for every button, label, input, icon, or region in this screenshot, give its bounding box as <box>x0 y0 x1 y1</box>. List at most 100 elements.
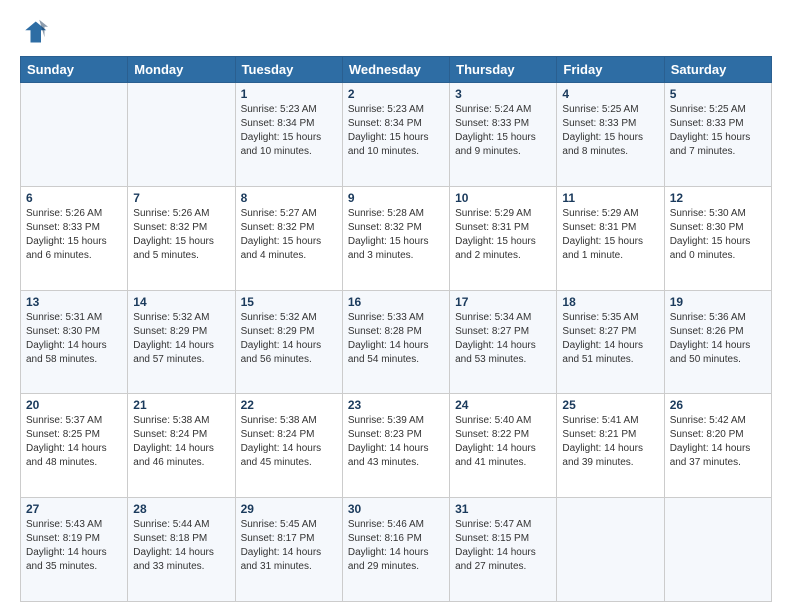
day-number: 15 <box>241 295 337 309</box>
day-info: Sunrise: 5:26 AMSunset: 8:33 PMDaylight:… <box>26 207 122 263</box>
day-number: 2 <box>348 87 444 101</box>
calendar-cell: 18 Sunrise: 5:35 AMSunset: 8:27 PMDayligh… <box>557 290 664 394</box>
calendar-cell: 14 Sunrise: 5:32 AMSunset: 8:29 PMDayligh… <box>128 290 235 394</box>
day-info: Sunrise: 5:43 AMSunset: 8:19 PMDaylight:… <box>26 518 122 574</box>
day-number: 18 <box>562 295 658 309</box>
day-info: Sunrise: 5:37 AMSunset: 8:25 PMDaylight:… <box>26 414 122 470</box>
calendar-cell <box>557 498 664 602</box>
calendar-week-4: 20 Sunrise: 5:37 AMSunset: 8:25 PMDayligh… <box>21 394 772 498</box>
calendar-header-friday: Friday <box>557 57 664 83</box>
day-number: 11 <box>562 191 658 205</box>
day-number: 9 <box>348 191 444 205</box>
calendar-cell: 28Sunrise: 5:44 AMSunset: 8:18 PMDayligh… <box>128 498 235 602</box>
calendar-cell <box>21 83 128 187</box>
day-number: 17 <box>455 295 551 309</box>
calendar-cell: 20 Sunrise: 5:37 AMSunset: 8:25 PMDayligh… <box>21 394 128 498</box>
day-info: Sunrise: 5:28 AMSunset: 8:32 PMDaylight:… <box>348 207 444 263</box>
day-info: Sunrise: 5:35 AMSunset: 8:27 PMDaylight:… <box>562 311 658 367</box>
day-number: 29 <box>241 502 337 516</box>
day-number: 27 <box>26 502 122 516</box>
day-info: Sunrise: 5:42 AMSunset: 8:20 PMDaylight:… <box>670 414 766 470</box>
day-info: Sunrise: 5:32 AMSunset: 8:29 PMDaylight:… <box>133 311 229 367</box>
calendar-cell: 29 Sunrise: 5:45 AMSunset: 8:17 PMDayligh… <box>235 498 342 602</box>
day-number: 21 <box>133 398 229 412</box>
calendar-cell: 12 Sunrise: 5:30 AMSunset: 8:30 PMDayligh… <box>664 186 771 290</box>
day-info: Sunrise: 5:26 AMSunset: 8:32 PMDaylight:… <box>133 207 229 263</box>
day-info: Sunrise: 5:34 AMSunset: 8:27 PMDaylight:… <box>455 311 551 367</box>
calendar-cell: 7 Sunrise: 5:26 AMSunset: 8:32 PMDaylight… <box>128 186 235 290</box>
day-number: 25 <box>562 398 658 412</box>
calendar-cell: 6 Sunrise: 5:26 AMSunset: 8:33 PMDaylight… <box>21 186 128 290</box>
calendar-cell: 16 Sunrise: 5:33 AMSunset: 8:28 PMDayligh… <box>342 290 449 394</box>
day-info: Sunrise: 5:31 AMSunset: 8:30 PMDaylight:… <box>26 311 122 367</box>
calendar-cell: 11 Sunrise: 5:29 AMSunset: 8:31 PMDayligh… <box>557 186 664 290</box>
calendar-cell: 23 Sunrise: 5:39 AMSunset: 8:23 PMDayligh… <box>342 394 449 498</box>
calendar-week-2: 6 Sunrise: 5:26 AMSunset: 8:33 PMDaylight… <box>21 186 772 290</box>
day-info: Sunrise: 5:23 AMSunset: 8:34 PMDaylight:… <box>241 103 337 159</box>
calendar-week-3: 13Sunrise: 5:31 AMSunset: 8:30 PMDayligh… <box>21 290 772 394</box>
calendar-cell: 4Sunrise: 5:25 AMSunset: 8:33 PMDaylight… <box>557 83 664 187</box>
day-number: 3 <box>455 87 551 101</box>
day-number: 14 <box>133 295 229 309</box>
calendar-header-sunday: Sunday <box>21 57 128 83</box>
calendar-cell: 22 Sunrise: 5:38 AMSunset: 8:24 PMDayligh… <box>235 394 342 498</box>
calendar-cell: 24Sunrise: 5:40 AMSunset: 8:22 PMDayligh… <box>450 394 557 498</box>
calendar-cell <box>128 83 235 187</box>
day-number: 1 <box>241 87 337 101</box>
calendar-header-tuesday: Tuesday <box>235 57 342 83</box>
day-number: 12 <box>670 191 766 205</box>
calendar-header-saturday: Saturday <box>664 57 771 83</box>
calendar-header-thursday: Thursday <box>450 57 557 83</box>
calendar-cell <box>664 498 771 602</box>
calendar-cell: 19Sunrise: 5:36 AMSunset: 8:26 PMDayligh… <box>664 290 771 394</box>
day-number: 20 <box>26 398 122 412</box>
calendar-cell: 21 Sunrise: 5:38 AMSunset: 8:24 PMDayligh… <box>128 394 235 498</box>
day-info: Sunrise: 5:29 AMSunset: 8:31 PMDaylight:… <box>455 207 551 263</box>
day-number: 6 <box>26 191 122 205</box>
calendar-cell: 17 Sunrise: 5:34 AMSunset: 8:27 PMDayligh… <box>450 290 557 394</box>
calendar-cell: 3 Sunrise: 5:24 AMSunset: 8:33 PMDaylight… <box>450 83 557 187</box>
day-info: Sunrise: 5:33 AMSunset: 8:28 PMDaylight:… <box>348 311 444 367</box>
day-info: Sunrise: 5:41 AMSunset: 8:21 PMDaylight:… <box>562 414 658 470</box>
calendar-header-row: SundayMondayTuesdayWednesdayThursdayFrid… <box>21 57 772 83</box>
day-number: 28 <box>133 502 229 516</box>
calendar-cell: 8Sunrise: 5:27 AMSunset: 8:32 PMDaylight… <box>235 186 342 290</box>
day-info: Sunrise: 5:47 AMSunset: 8:15 PMDaylight:… <box>455 518 551 574</box>
calendar-cell: 10 Sunrise: 5:29 AMSunset: 8:31 PMDayligh… <box>450 186 557 290</box>
calendar-header-wednesday: Wednesday <box>342 57 449 83</box>
day-number: 7 <box>133 191 229 205</box>
calendar-cell: 27 Sunrise: 5:43 AMSunset: 8:19 PMDayligh… <box>21 498 128 602</box>
day-info: Sunrise: 5:38 AMSunset: 8:24 PMDaylight:… <box>133 414 229 470</box>
calendar-table: SundayMondayTuesdayWednesdayThursdayFrid… <box>20 56 772 602</box>
day-info: Sunrise: 5:45 AMSunset: 8:17 PMDaylight:… <box>241 518 337 574</box>
calendar-cell: 9 Sunrise: 5:28 AMSunset: 8:32 PMDaylight… <box>342 186 449 290</box>
header <box>20 18 772 46</box>
day-number: 26 <box>670 398 766 412</box>
day-number: 5 <box>670 87 766 101</box>
calendar-cell: 13Sunrise: 5:31 AMSunset: 8:30 PMDayligh… <box>21 290 128 394</box>
day-info: Sunrise: 5:25 AMSunset: 8:33 PMDaylight:… <box>670 103 766 159</box>
calendar-cell: 15 Sunrise: 5:32 AMSunset: 8:29 PMDayligh… <box>235 290 342 394</box>
page: SundayMondayTuesdayWednesdayThursdayFrid… <box>0 0 792 612</box>
calendar-week-5: 27 Sunrise: 5:43 AMSunset: 8:19 PMDayligh… <box>21 498 772 602</box>
day-info: Sunrise: 5:30 AMSunset: 8:30 PMDaylight:… <box>670 207 766 263</box>
day-info: Sunrise: 5:25 AMSunset: 8:33 PMDaylight:… <box>562 103 658 159</box>
day-number: 10 <box>455 191 551 205</box>
day-number: 24 <box>455 398 551 412</box>
calendar-week-1: 1 Sunrise: 5:23 AMSunset: 8:34 PMDaylight… <box>21 83 772 187</box>
day-info: Sunrise: 5:38 AMSunset: 8:24 PMDaylight:… <box>241 414 337 470</box>
day-info: Sunrise: 5:46 AMSunset: 8:16 PMDaylight:… <box>348 518 444 574</box>
day-number: 8 <box>241 191 337 205</box>
day-number: 23 <box>348 398 444 412</box>
calendar-cell: 30Sunrise: 5:46 AMSunset: 8:16 PMDayligh… <box>342 498 449 602</box>
calendar-cell: 31Sunrise: 5:47 AMSunset: 8:15 PMDayligh… <box>450 498 557 602</box>
day-info: Sunrise: 5:32 AMSunset: 8:29 PMDaylight:… <box>241 311 337 367</box>
day-info: Sunrise: 5:39 AMSunset: 8:23 PMDaylight:… <box>348 414 444 470</box>
day-number: 16 <box>348 295 444 309</box>
day-info: Sunrise: 5:23 AMSunset: 8:34 PMDaylight:… <box>348 103 444 159</box>
day-info: Sunrise: 5:24 AMSunset: 8:33 PMDaylight:… <box>455 103 551 159</box>
day-number: 22 <box>241 398 337 412</box>
calendar-cell: 25 Sunrise: 5:41 AMSunset: 8:21 PMDayligh… <box>557 394 664 498</box>
calendar-cell: 2 Sunrise: 5:23 AMSunset: 8:34 PMDaylight… <box>342 83 449 187</box>
day-info: Sunrise: 5:29 AMSunset: 8:31 PMDaylight:… <box>562 207 658 263</box>
